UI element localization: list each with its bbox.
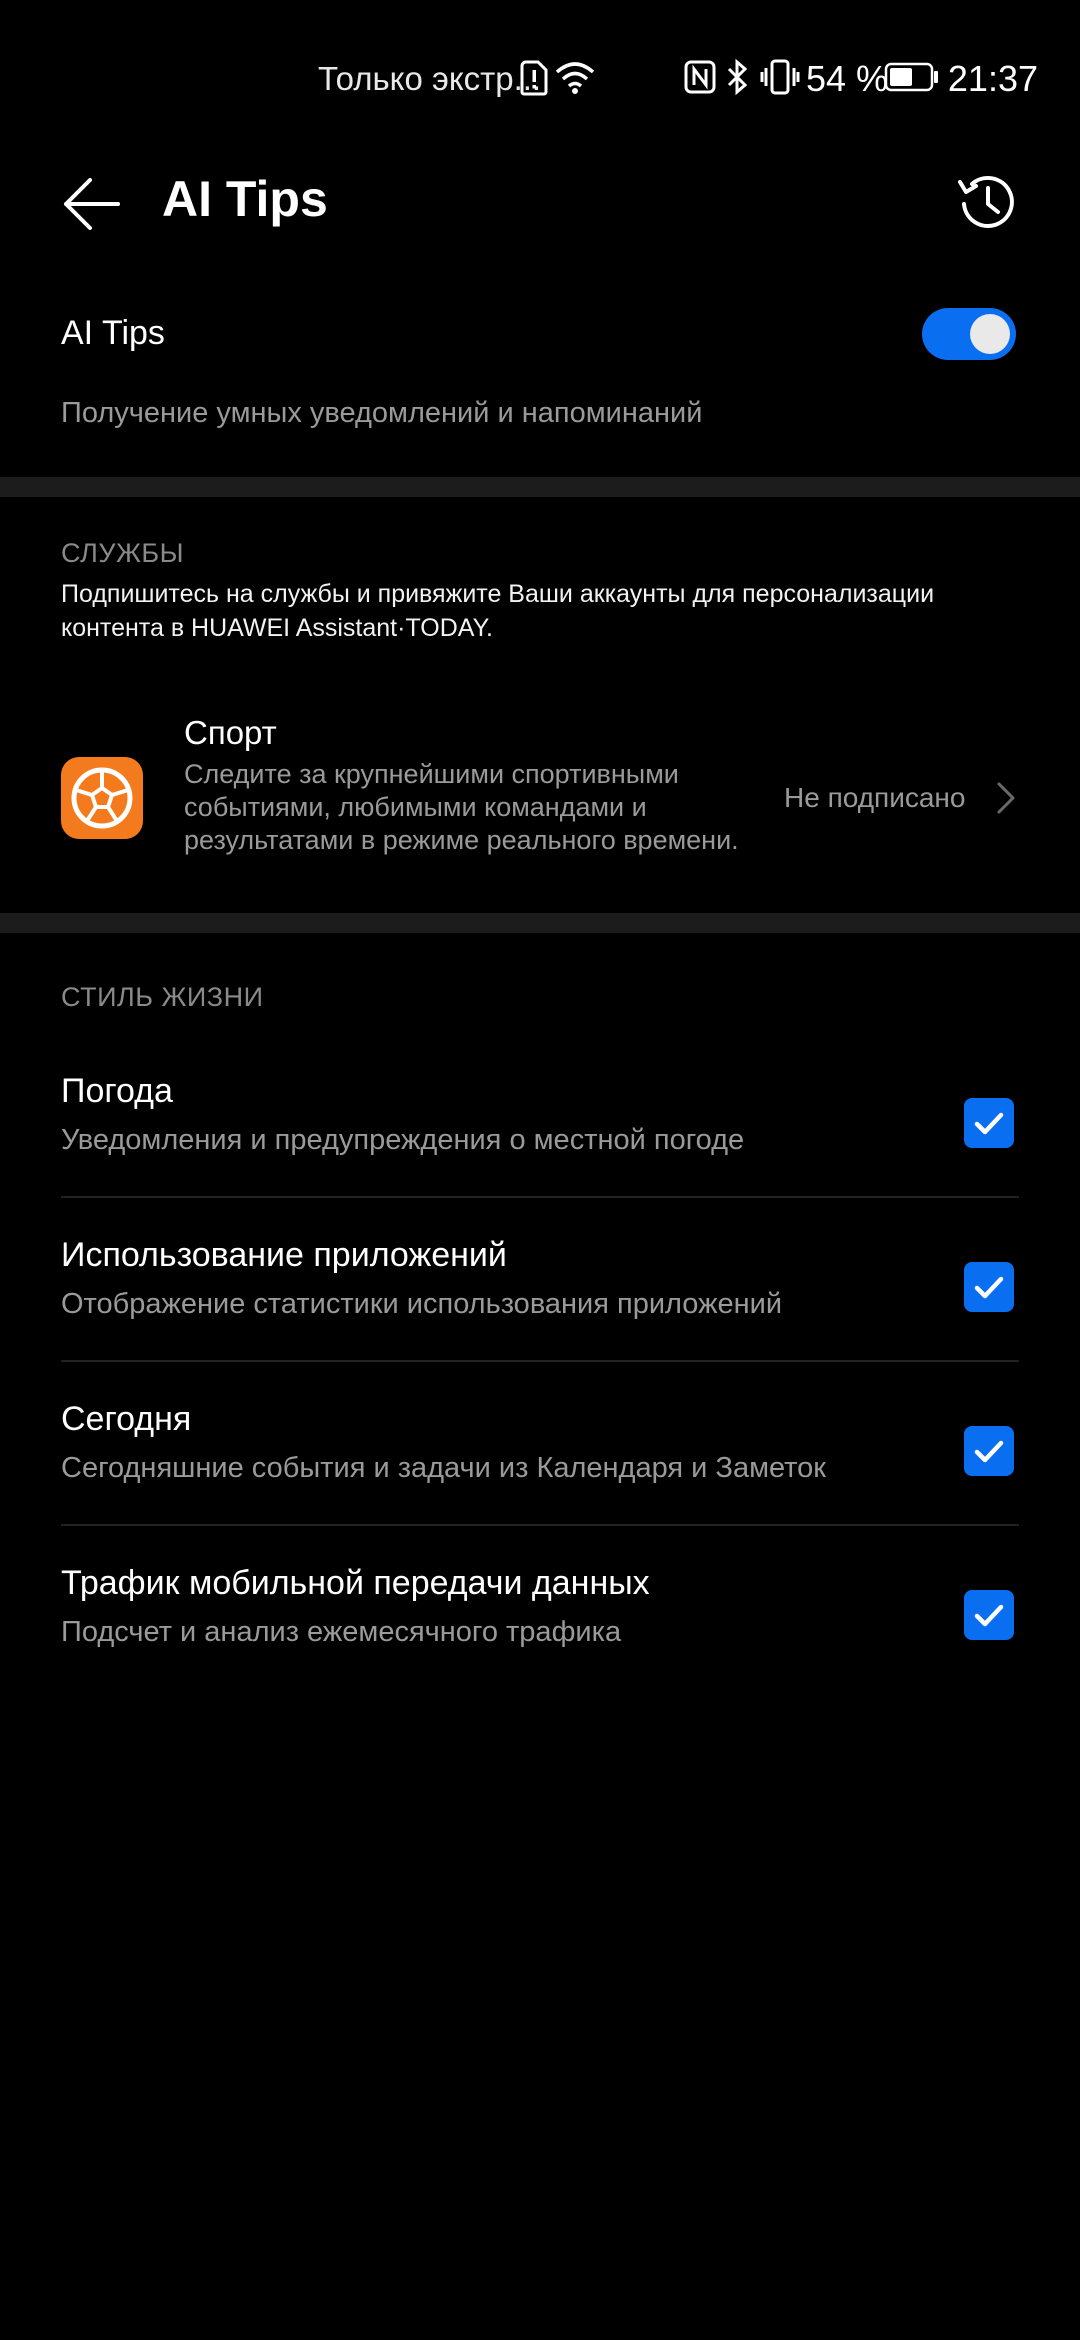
checkmark-icon xyxy=(974,1276,1004,1299)
services-description: Подпишитесь на службы и привяжите Ваши а… xyxy=(61,580,935,642)
sport-description: Следите за крупнейшими спортивными событ… xyxy=(184,759,739,855)
list-item-title: Использование приложений xyxy=(61,1236,507,1274)
mobile-data-checkbox[interactable] xyxy=(964,1590,1014,1640)
sport-subscription-status: Не подписано xyxy=(784,782,966,813)
list-item-title: Сегодня xyxy=(61,1400,192,1438)
services-section-title: СЛУЖБЫ xyxy=(61,538,185,568)
chevron-right-icon xyxy=(997,782,1015,814)
history-clock-icon[interactable] xyxy=(954,170,1020,236)
checkmark-icon xyxy=(974,1440,1004,1463)
nfc-icon xyxy=(684,60,716,94)
checkmark-icon xyxy=(974,1112,1004,1135)
section-separator xyxy=(0,477,1080,497)
lifestyle-section-title: СТИЛЬ ЖИЗНИ xyxy=(61,982,264,1012)
lifestyle-item-app-usage[interactable]: Использование приложений Отображение ста… xyxy=(0,1216,1080,1380)
bluetooth-icon xyxy=(727,58,748,96)
wifi-icon xyxy=(555,62,595,94)
lifestyle-item-today[interactable]: Сегодня Сегодняшние события и задачи из … xyxy=(0,1380,1080,1544)
weather-checkbox[interactable] xyxy=(964,1098,1014,1148)
ai-tips-toggle-switch[interactable] xyxy=(922,308,1016,360)
list-item-description: Отображение статистики использования при… xyxy=(61,1288,783,1320)
lifestyle-item-mobile-data[interactable]: Трафик мобильной передачи данных Подсчет… xyxy=(0,1544,1080,1708)
carrier-text: Только экстр... xyxy=(318,60,542,97)
ai-tips-row: AI Tips xyxy=(0,290,1080,380)
list-item-description: Уведомления и предупреждения о местной п… xyxy=(61,1124,745,1156)
arrow-left-icon[interactable] xyxy=(60,172,124,236)
vibrate-icon xyxy=(760,59,800,95)
checkmark-icon xyxy=(974,1604,1004,1627)
soccer-ball-icon xyxy=(61,757,143,839)
sport-service-item[interactable]: Спорт Следите за крупнейшими спортивными… xyxy=(0,700,1080,900)
ai-tips-label: AI Tips xyxy=(61,314,165,352)
today-checkbox[interactable] xyxy=(964,1426,1014,1476)
battery-percent: 54 % xyxy=(806,58,889,99)
clock-time: 21:37 xyxy=(947,58,1038,99)
list-divider xyxy=(61,1196,1019,1198)
page-title: AI Tips xyxy=(162,171,328,227)
list-divider xyxy=(61,1524,1019,1526)
toggle-knob xyxy=(970,314,1010,354)
section-separator xyxy=(0,913,1080,933)
list-item-title: Погода xyxy=(61,1072,173,1110)
app-bar: AI Tips xyxy=(0,150,1080,260)
status-bar: Только экстр... 54 % 21:37 xyxy=(0,0,1080,150)
battery-icon xyxy=(884,62,938,92)
list-item-description: Подсчет и анализ ежемесячного трафика xyxy=(61,1616,622,1648)
list-divider xyxy=(61,1360,1019,1362)
list-item-description: Сегодняшние события и задачи из Календар… xyxy=(61,1452,826,1484)
app-usage-checkbox[interactable] xyxy=(964,1262,1014,1312)
list-item-title: Трафик мобильной передачи данных xyxy=(61,1564,650,1602)
sport-title: Спорт xyxy=(184,714,277,751)
lifestyle-item-weather[interactable]: Погода Уведомления и предупреждения о ме… xyxy=(0,1052,1080,1216)
ai-tips-description: Получение умных уведомлений и напоминани… xyxy=(61,397,703,429)
sim-alert-icon xyxy=(520,60,548,96)
